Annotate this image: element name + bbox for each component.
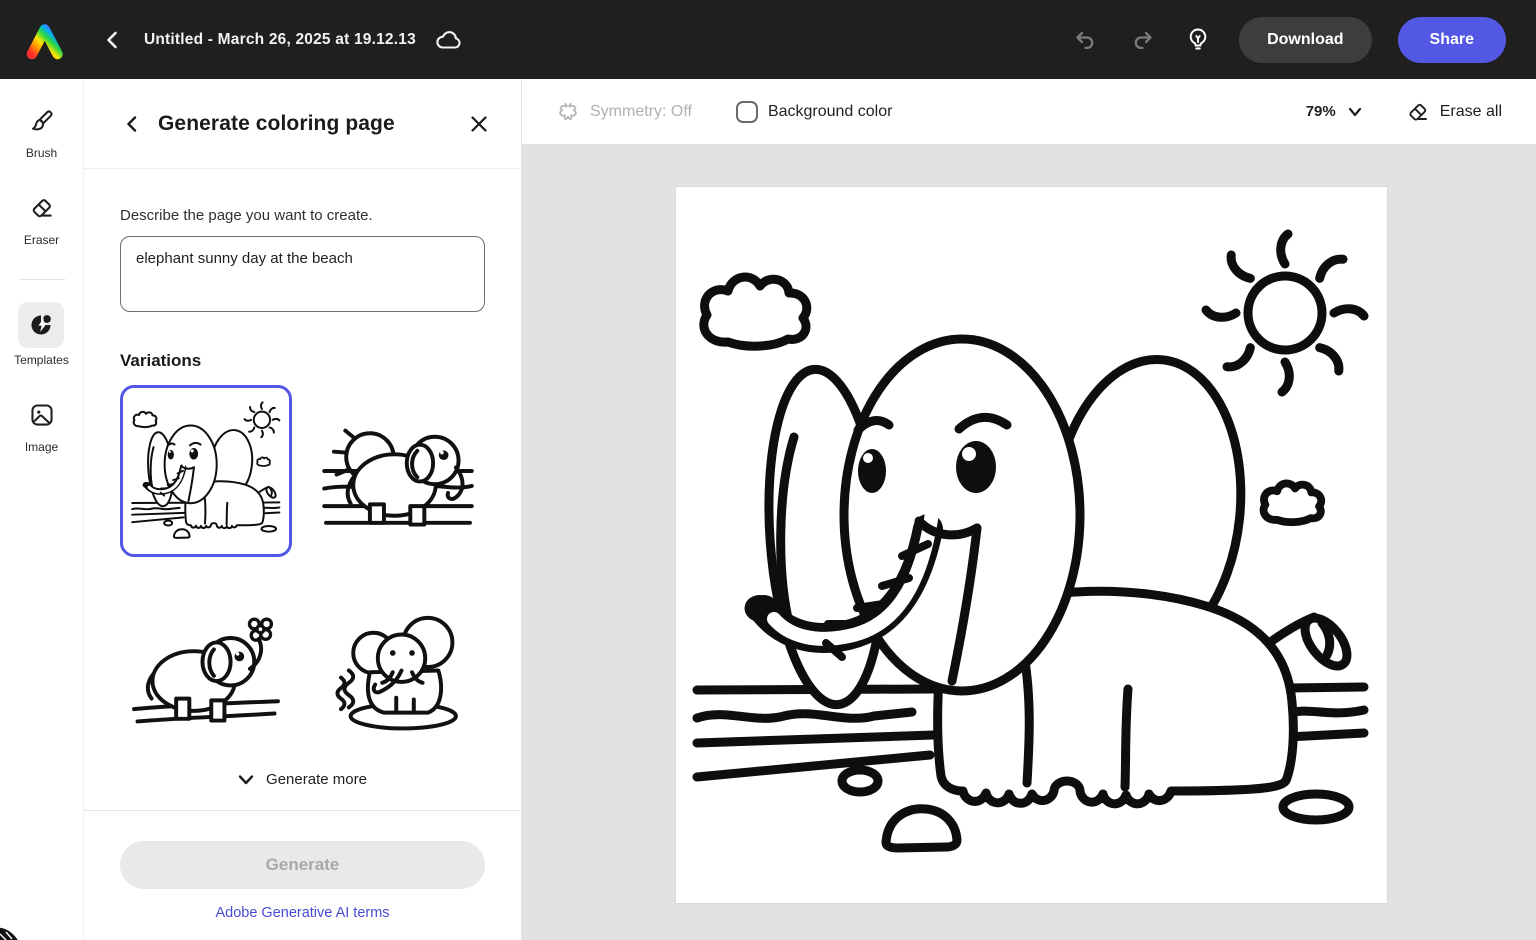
variation-tile-2[interactable]	[312, 385, 484, 557]
variation-tile-3[interactable]	[120, 581, 292, 753]
prompt-description-label: Describe the page you want to create.	[120, 207, 485, 224]
sidebar-item-brush[interactable]: Brush	[20, 101, 64, 160]
variation-1-thumbnail	[127, 392, 285, 550]
hints-button[interactable]	[1183, 25, 1213, 55]
chevron-down-icon	[1348, 107, 1362, 117]
generate-button[interactable]: Generate	[120, 841, 485, 889]
variation-2-thumbnail	[319, 392, 477, 550]
sidebar-item-label: Image	[25, 440, 58, 454]
eraser-icon	[20, 188, 64, 228]
panel-title: Generate coloring page	[158, 112, 395, 136]
generate-more-button[interactable]: Generate more	[120, 771, 485, 788]
eraser-icon	[1406, 100, 1430, 124]
canvas-viewport	[522, 145, 1536, 940]
background-color-label: Background color	[768, 103, 893, 121]
zoom-dropdown[interactable]: 79%	[1306, 103, 1362, 120]
panel-footer: Generate Adobe Generative AI terms	[84, 810, 521, 940]
brush-icon	[20, 101, 64, 141]
panel-back-button[interactable]	[118, 111, 144, 137]
cloud-icon	[435, 29, 463, 51]
document-title[interactable]: Untitled - March 26, 2025 at 19.12.13	[144, 31, 416, 49]
symmetry-toggle[interactable]: Symmetry: Off	[556, 101, 692, 123]
prompt-input[interactable]: elephant sunny day at the beach	[120, 236, 485, 312]
sidebar-divider	[19, 279, 65, 280]
download-button[interactable]: Download	[1239, 17, 1371, 63]
templates-icon	[18, 302, 64, 348]
sidebar-item-label: Templates	[14, 353, 69, 367]
erase-all-button[interactable]: Erase all	[1406, 100, 1502, 124]
artboard[interactable]	[676, 187, 1387, 903]
chevron-left-icon	[124, 115, 139, 133]
background-color-swatch[interactable]	[736, 101, 758, 123]
coloring-page-drawing	[676, 187, 1387, 903]
sidebar-item-label: Brush	[26, 146, 57, 160]
sidebar-item-label: Eraser	[24, 233, 59, 247]
corner-artifact	[0, 924, 28, 940]
sidebar-item-image[interactable]: Image	[20, 395, 64, 454]
lightbulb-icon	[1186, 27, 1210, 53]
panel-header: Generate coloring page	[84, 79, 521, 169]
variation-tile-4[interactable]	[312, 581, 484, 753]
canvas-toolbar: Symmetry: Off Background color 79%	[522, 79, 1536, 145]
symmetry-butterfly-icon	[556, 101, 580, 123]
undo-icon	[1073, 28, 1099, 52]
panel-body: Describe the page you want to create. el…	[84, 169, 521, 810]
background-color-control[interactable]: Background color	[736, 101, 893, 123]
generate-coloring-page-panel: Generate coloring page Describe the page…	[84, 79, 522, 940]
erase-all-label: Erase all	[1440, 103, 1502, 121]
adobe-express-logo[interactable]	[22, 19, 68, 61]
generate-more-label: Generate more	[266, 771, 367, 788]
redo-button[interactable]	[1127, 25, 1157, 55]
panel-close-button[interactable]	[465, 110, 493, 138]
sidebar-item-eraser[interactable]: Eraser	[20, 188, 64, 247]
variation-tile-1[interactable]	[120, 385, 292, 557]
chevron-left-icon	[104, 30, 120, 50]
generative-ai-terms-link[interactable]: Adobe Generative AI terms	[120, 905, 485, 921]
topbar: Untitled - March 26, 2025 at 19.12.13	[0, 0, 1536, 79]
share-button[interactable]: Share	[1398, 17, 1506, 63]
tool-sidebar: Brush Eraser	[0, 79, 84, 940]
close-icon	[470, 115, 488, 133]
variation-3-thumbnail	[127, 588, 285, 746]
back-button[interactable]	[98, 26, 126, 54]
undo-button[interactable]	[1071, 25, 1101, 55]
cloud-sync-icon[interactable]	[434, 25, 464, 55]
redo-icon	[1129, 28, 1155, 52]
variation-4-thumbnail	[319, 588, 477, 746]
symmetry-label: Symmetry: Off	[590, 103, 692, 121]
zoom-level: 79%	[1306, 103, 1336, 120]
canvas-column: Symmetry: Off Background color 79%	[522, 79, 1536, 940]
variations-heading: Variations	[120, 351, 485, 371]
variations-grid	[120, 385, 485, 753]
image-icon	[20, 395, 64, 435]
chevron-down-icon	[238, 774, 254, 786]
sidebar-item-templates[interactable]: Templates	[14, 302, 69, 367]
adobe-express-logo-icon	[23, 20, 67, 60]
